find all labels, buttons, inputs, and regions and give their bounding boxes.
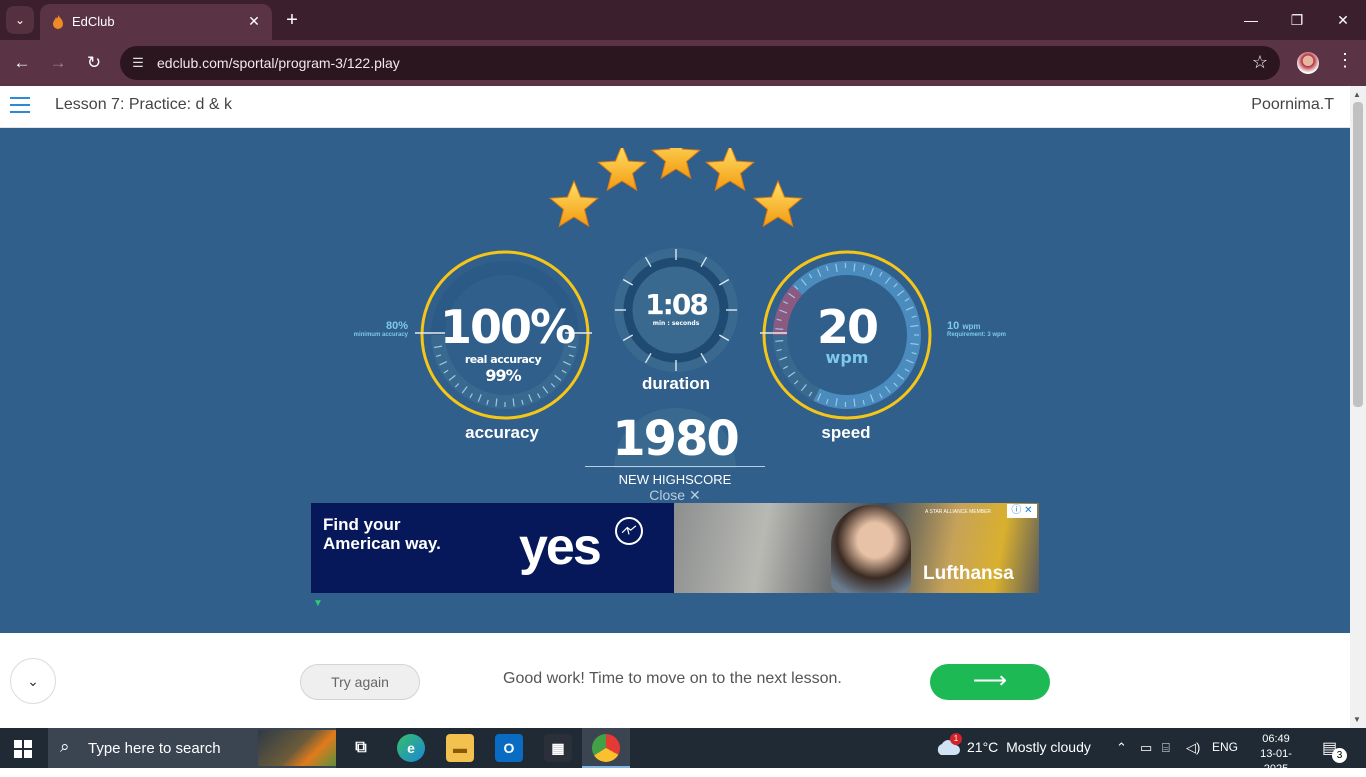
high-score-value: 1980	[585, 411, 765, 467]
language-indicator[interactable]: ENG	[1212, 740, 1238, 754]
clock-date: 13-01-2025	[1248, 747, 1304, 777]
speed-value: 20	[787, 300, 907, 354]
ad-headline: Find your American way.	[323, 515, 441, 553]
ad-brand: Lufthansa	[923, 563, 1014, 585]
accuracy-label: accuracy	[402, 423, 602, 443]
try-again-button[interactable]: Try again	[300, 664, 420, 700]
ad-headline-line2: American way.	[323, 534, 441, 553]
profile-avatar[interactable]	[1297, 52, 1319, 74]
new-tab-button[interactable]: +	[280, 8, 304, 32]
lufthansa-logo-icon	[615, 517, 643, 545]
speed-requirement-note: 10 wpm Requirement: 3 wpm	[947, 320, 1027, 338]
bookmark-star-icon[interactable]: ☆	[1252, 52, 1268, 73]
duration-unit: min : seconds	[626, 320, 726, 327]
edge-icon[interactable]: e	[397, 734, 425, 762]
ad-banner[interactable]: Find your American way. yes A STAR ALLIA…	[311, 503, 1039, 593]
star-icon	[706, 148, 754, 190]
duration-label: duration	[576, 374, 776, 394]
lesson-footer: ⌄ Try again Good work! Time to move on t…	[0, 633, 1350, 728]
gauge-tick	[775, 329, 783, 330]
clock-time: 06:49	[1248, 732, 1304, 747]
notification-count: 3	[1332, 748, 1347, 763]
star-icon	[550, 181, 598, 226]
lesson-title: Lesson 7: Practice: d & k	[55, 96, 232, 114]
weather-desc: Mostly cloudy	[1006, 739, 1091, 755]
tune-icon[interactable]: ☰	[128, 53, 148, 73]
speed-unit: wpm	[787, 348, 907, 367]
target-speed-unit: wpm	[962, 322, 980, 331]
star-rating	[540, 148, 810, 248]
close-window-icon[interactable]: ✕	[1320, 0, 1366, 40]
browser-toolbar: ← → ↻ ☰ edclub.com/sportal/program-3/122…	[0, 40, 1366, 86]
tab-search-button[interactable]: ⌄	[6, 6, 34, 34]
browser-tab-edclub[interactable]: EdClub ✕	[40, 4, 272, 40]
ad-photo-woman	[831, 505, 911, 593]
duration-value: 1:08	[626, 288, 726, 321]
minimum-accuracy-value: 80%	[386, 320, 408, 332]
user-name[interactable]: Poornima.T	[1251, 96, 1334, 114]
minimize-icon[interactable]: —	[1228, 0, 1274, 40]
minimum-accuracy-note: 80% minimum accuracy	[346, 320, 408, 338]
star-icon	[754, 181, 802, 226]
speed-label: speed	[746, 423, 946, 443]
ad-small-print: A STAR ALLIANCE MEMBER	[925, 509, 991, 515]
next-lesson-button[interactable]: ⟶	[930, 664, 1050, 700]
chrome-icon	[592, 734, 620, 762]
accuracy-value: 100%	[440, 300, 566, 354]
arrow-left-icon[interactable]: ←	[8, 49, 36, 77]
edclub-favicon-icon	[50, 14, 66, 30]
weather-temp: 21°C	[967, 739, 998, 755]
system-clock[interactable]: 06:49 13-01-2025	[1248, 732, 1304, 777]
file-explorer-icon[interactable]: ▬	[446, 734, 474, 762]
real-accuracy-label: real accuracy	[440, 353, 566, 366]
weather-badge: 1	[950, 733, 962, 745]
minimum-accuracy-label: minimum accuracy	[346, 332, 408, 338]
show-hidden-icons-icon[interactable]: ⌃	[1116, 740, 1127, 756]
hamburger-icon[interactable]	[10, 97, 30, 113]
star-icon	[652, 148, 700, 178]
meet-now-icon[interactable]: ▭	[1140, 740, 1152, 756]
network-icon[interactable]: ⌸	[1162, 740, 1170, 756]
store-icon[interactable]: ▦	[544, 734, 572, 762]
page-scrollbar[interactable]: ▲ ▼	[1350, 86, 1366, 728]
score-divider	[585, 466, 765, 467]
address-bar[interactable]: ☰ edclub.com/sportal/program-3/122.play …	[120, 46, 1280, 80]
restore-icon[interactable]: ❐	[1274, 0, 1320, 40]
reload-icon[interactable]: ↻	[80, 49, 108, 77]
volume-icon[interactable]: ◁)	[1186, 740, 1200, 756]
page-header: Lesson 7: Practice: d & k Poornima.T	[0, 86, 1350, 128]
taskbar-search-placeholder: Type here to search	[88, 740, 221, 757]
ad-slogan: yes	[519, 517, 600, 577]
ad-headline-line1: Find your	[323, 515, 441, 534]
tab-close-icon[interactable]: ✕	[244, 11, 264, 31]
scroll-down-icon[interactable]: ▼	[1353, 715, 1361, 724]
footer-message: Good work! Time to move on to the next l…	[503, 670, 842, 688]
arrow-right-icon[interactable]: →	[44, 49, 72, 77]
high-score-caption: NEW HIGHSCORE	[585, 472, 765, 487]
more-menu-icon[interactable]: ⋮	[1336, 50, 1352, 71]
browser-titlebar: ⌄ EdClub ✕ + — ❐ ✕	[0, 0, 1366, 40]
search-highlight-image	[258, 730, 336, 766]
target-speed-value: 10	[947, 320, 959, 332]
windows-start-icon[interactable]	[14, 740, 32, 758]
search-icon: ⌕	[60, 737, 70, 757]
star-icon	[598, 148, 646, 190]
url-text[interactable]: edclub.com/sportal/program-3/122.play	[157, 55, 400, 71]
windows-taskbar: ⌕ Type here to search ⧉ e ▬ O ▦ 1 21°C M…	[0, 728, 1366, 768]
ad-choices-icon[interactable]: ⓘ ✕	[1007, 504, 1037, 518]
chrome-taskbar-item[interactable]	[582, 728, 630, 768]
scroll-thumb[interactable]	[1353, 102, 1363, 407]
real-accuracy-value: 99%	[440, 366, 566, 385]
task-view-icon[interactable]: ⧉	[347, 734, 375, 762]
results-panel: 100% real accuracy 99% accuracy 80% mini…	[0, 128, 1350, 633]
tab-title: EdClub	[72, 14, 115, 29]
scroll-up-icon[interactable]: ▲	[1353, 90, 1361, 99]
ad-marker-icon: ▼	[313, 598, 323, 609]
chevron-down-icon[interactable]: ⌄	[10, 658, 56, 704]
speed-requirement-label: Requirement: 3 wpm	[947, 332, 1027, 338]
close-ad-button[interactable]: Close ✕	[620, 487, 730, 504]
outlook-icon[interactable]: O	[495, 734, 523, 762]
gauge-tick	[775, 341, 783, 342]
